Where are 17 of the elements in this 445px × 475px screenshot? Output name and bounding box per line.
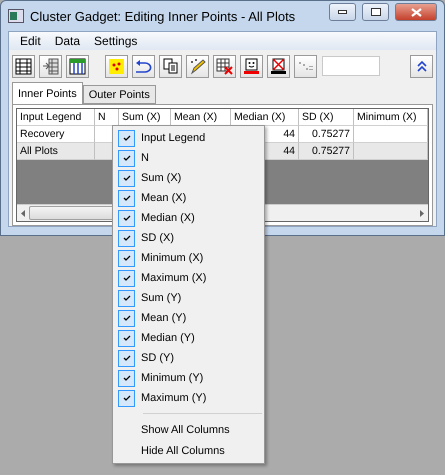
option-label: Maximum (X) <box>141 272 206 284</box>
window-title: Cluster Gadget: Editing Inner Points - All Plots <box>30 8 296 24</box>
option-label: Sum (X) <box>141 172 182 184</box>
option-label: SD (X) <box>141 232 174 244</box>
option-label: Maximum (Y) <box>141 392 206 404</box>
option-label: Mean (X) <box>141 192 186 204</box>
option-label: Sum (Y) <box>141 292 182 304</box>
table-cell: 0.75277 <box>299 143 354 160</box>
option-label: Median (X) <box>141 212 195 224</box>
option-label: Median (Y) <box>141 332 195 344</box>
option-label: Input Legend <box>141 132 206 144</box>
option-label: Minimum (Y) <box>141 372 204 384</box>
table-cell: All Plots <box>17 143 95 160</box>
option-label: Minimum (X) <box>141 252 204 264</box>
option-label: N <box>141 152 149 164</box>
option-label: Mean (Y) <box>141 312 186 324</box>
option-label: SD (Y) <box>141 352 174 364</box>
